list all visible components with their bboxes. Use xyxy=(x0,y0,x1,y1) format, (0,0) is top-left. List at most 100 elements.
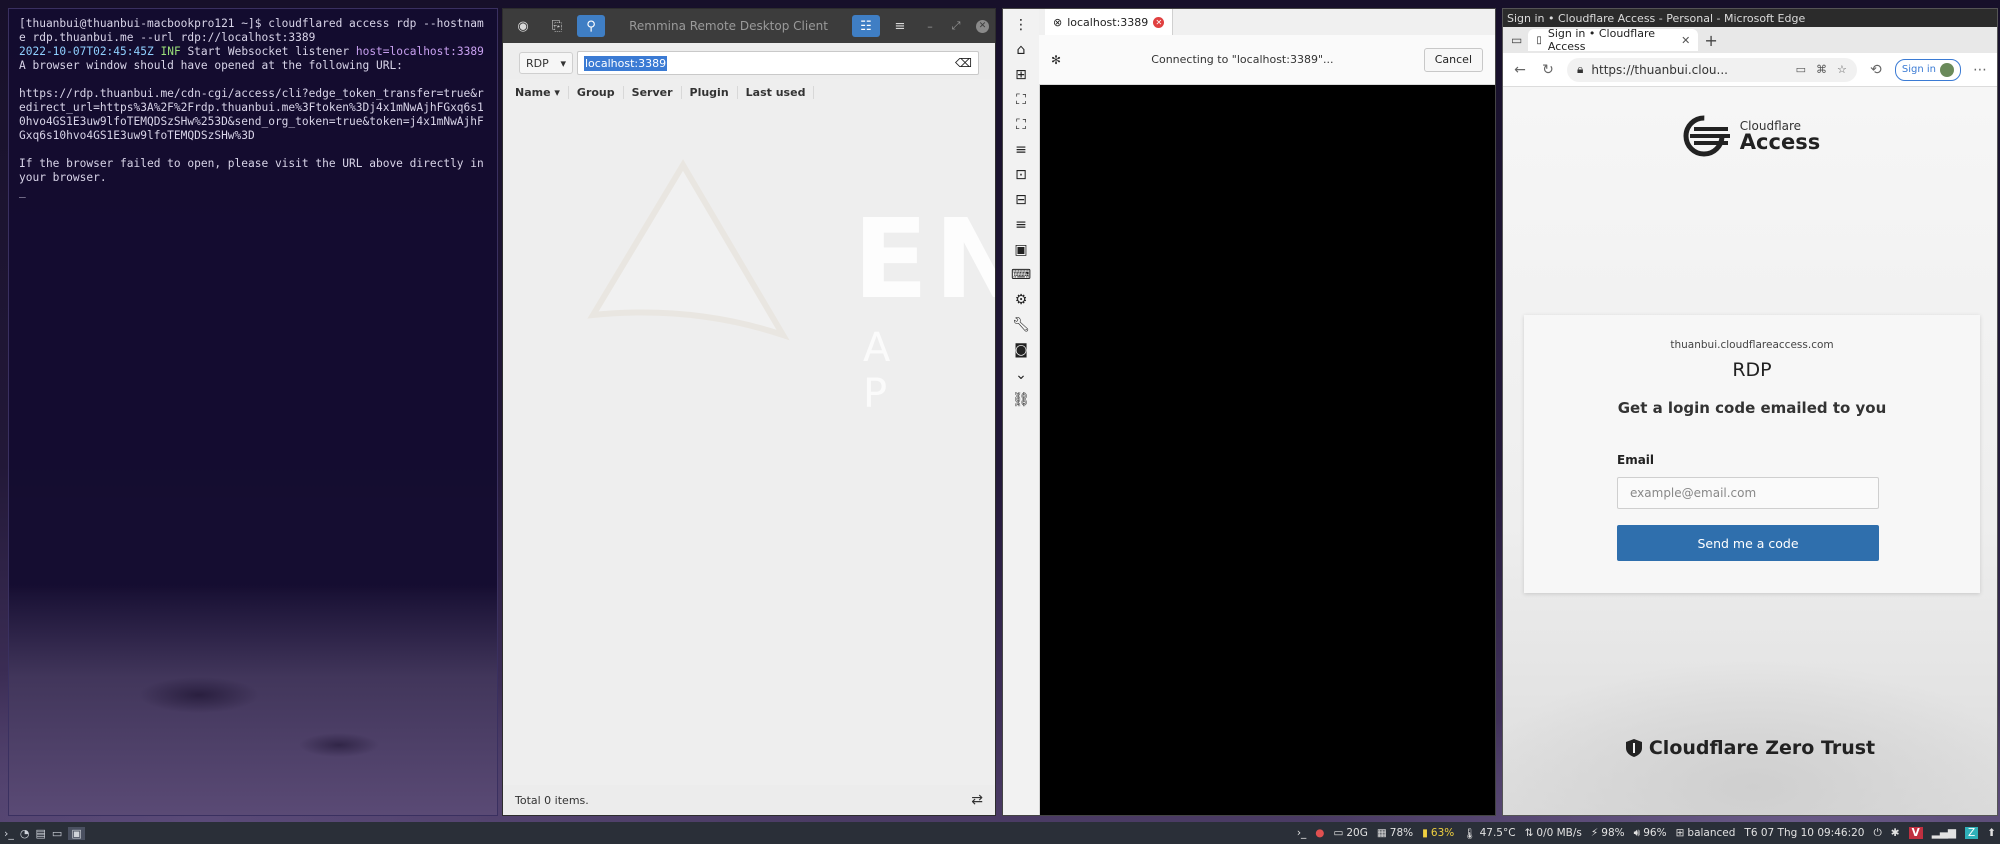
maximize-icon[interactable]: ⤢ xyxy=(946,19,966,33)
terminal-launcher-icon[interactable]: ›_ xyxy=(4,827,14,840)
view-toggle-icon[interactable]: ☷ xyxy=(852,15,880,37)
screenshot-icon[interactable]: ◙ xyxy=(1009,338,1033,362)
keyboard-icon[interactable]: ⌨ xyxy=(1009,263,1033,287)
prompt-icon: ›_ xyxy=(1296,827,1307,839)
cloudflare-access-logo-icon xyxy=(1683,115,1730,157)
signal-icon[interactable]: ▂▄▆ xyxy=(1932,827,1956,839)
new-tab-icon[interactable]: + xyxy=(1704,31,1717,50)
clock[interactable]: T6 07 Thg 10 09:46:20 xyxy=(1744,827,1864,839)
favorite-icon[interactable]: ☆ xyxy=(1837,63,1847,76)
swap-icon[interactable]: ⇄ xyxy=(971,792,983,808)
send-code-button[interactable]: Send me a code xyxy=(1617,525,1879,561)
zoom-tray-icon[interactable]: Z xyxy=(1964,827,1979,839)
column-group[interactable]: Group xyxy=(569,85,624,99)
browser-tabstrip: ▭ ▯ Sign in • Cloudflare Access ✕ + xyxy=(1503,27,1997,53)
taskbar: ›_ ◔ ▤ ▭ ▣ ›_ ● ▭ 20G ▦ 78% ▮ 63% 🌡︎ 47.5°C … xyxy=(0,822,2000,844)
more-menu-icon[interactable]: ⋯ xyxy=(1971,62,1989,78)
scale-icon[interactable]: ⊡ xyxy=(1009,163,1033,187)
terminal-moon-background xyxy=(9,585,497,815)
tab-close-icon[interactable]: ✕ xyxy=(1153,16,1165,28)
new-connection-icon[interactable]: ⎘ xyxy=(543,15,571,37)
browser-window[interactable]: Sign in • Cloudflare Access - Personal -… xyxy=(1502,8,1998,816)
folder-icon[interactable]: ▭ xyxy=(52,827,62,840)
app-available-icon[interactable]: ▭ xyxy=(1796,63,1806,76)
browser-tab-title: Sign in • Cloudflare Access xyxy=(1547,27,1655,53)
tab-status-icon: ⊗ xyxy=(1053,15,1063,29)
multi-monitor-icon[interactable]: ▣ xyxy=(1009,238,1033,262)
column-plugin[interactable]: Plugin xyxy=(682,85,738,99)
profile-signin-button[interactable]: Sign in xyxy=(1894,58,1961,81)
dynamic-resolution-icon[interactable]: ⊟ xyxy=(1009,188,1033,212)
extensions-icon[interactable]: ⟲ xyxy=(1867,62,1885,78)
chat-icon[interactable]: ▣ xyxy=(68,826,85,840)
email-field[interactable] xyxy=(1617,477,1879,509)
options-list-icon[interactable]: ≡ xyxy=(1009,213,1033,237)
new-tab-icon[interactable]: ⊞ xyxy=(1009,63,1033,87)
quick-connect-value: localhost:3389 xyxy=(584,55,668,71)
fullscreen-icon[interactable]: ⛶ xyxy=(1009,113,1033,137)
application-name: RDP xyxy=(1732,359,1772,381)
remote-viewer-window[interactable]: ⋮ ⌂ ⊞ ⛶ ⛶ ≡ ⊡ ⊟ ≡ ▣ ⌨ ⚙ 🔧︎ ◙ ⌄ ⛓ ⊗ local… xyxy=(1002,8,1496,816)
menu-dots-icon[interactable]: ⋮ xyxy=(1009,13,1033,37)
url-text: https://thuanbui.clou... xyxy=(1591,62,1728,77)
url-field[interactable]: 🔒︎ https://thuanbui.clou... ▭ ⌘ ☆ xyxy=(1567,57,1857,82)
column-name[interactable]: Name ▾ xyxy=(507,85,569,99)
cloudflare-access-logo: Cloudflare Access xyxy=(1503,113,1997,159)
record-icon[interactable]: ● xyxy=(1315,827,1324,839)
power-menu-icon[interactable]: ⏻ xyxy=(1873,827,1881,840)
close-icon[interactable]: ✕ xyxy=(976,19,989,33)
column-last-used[interactable]: Last used xyxy=(738,85,815,99)
vivaldi-tray-icon[interactable]: V xyxy=(1908,827,1923,839)
preferences-icon[interactable]: ⚙ xyxy=(1009,288,1033,312)
chevron-down-icon: ▾ xyxy=(560,56,566,70)
footer-text: Cloudflare Zero Trust xyxy=(1648,737,1876,759)
browser-tab-signin[interactable]: ▯ Sign in • Cloudflare Access ✕ xyxy=(1528,27,1699,53)
tab-label: localhost:3389 xyxy=(1067,15,1149,29)
cloudflare-login-page: Cloudflare Access thuanbui.cloudflareacc… xyxy=(1503,87,1997,815)
page-icon: ▯ xyxy=(1536,34,1542,46)
home-icon[interactable]: ⌂ xyxy=(1009,38,1033,62)
remmina-window[interactable]: ◉ ⎘ ⚲ Remmina Remote Desktop Client ☷ ≡ … xyxy=(502,8,996,816)
minimize-toolbar-icon[interactable]: ⌄ xyxy=(1009,363,1033,387)
login-card: thuanbui.cloudflareaccess.com RDP Get a … xyxy=(1524,315,1980,593)
connection-tab[interactable]: ⊗ localhost:3389 ✕ xyxy=(1045,9,1174,35)
power-profile-indicator[interactable]: ⊞ balanced xyxy=(1676,827,1736,839)
minimize-icon[interactable]: – xyxy=(920,20,940,33)
battery-indicator: ▮ 63% xyxy=(1422,827,1455,839)
tools-icon[interactable]: 🔧︎ xyxy=(1009,313,1033,337)
list-icon[interactable]: ≡ xyxy=(1009,138,1033,162)
remmina-title: Remmina Remote Desktop Client xyxy=(629,19,828,33)
hamburger-menu-icon[interactable]: ≡ xyxy=(886,15,914,37)
terminal-window[interactable]: [thuanbui@thuanbui-macbookpro121 ~]$ clo… xyxy=(8,8,498,816)
log-host: host=localhost:3389 xyxy=(355,45,484,58)
qr-icon[interactable]: ⌘ xyxy=(1816,63,1827,76)
disconnect-icon[interactable]: ⛓ xyxy=(1009,388,1033,412)
quick-connect-input[interactable]: localhost:3389 ⌫ xyxy=(577,51,979,75)
browser-address-bar: ← ↻ 🔒︎ https://thuanbui.clou... ▭ ⌘ ☆ ⟲ … xyxy=(1503,53,1997,87)
network-indicator: ⇅ 0/0 MB/s xyxy=(1524,827,1582,839)
signin-label: Sign in xyxy=(1901,64,1936,75)
column-server[interactable]: Server xyxy=(624,85,682,99)
file-manager-icon[interactable]: ▤ xyxy=(36,827,46,840)
power-icon[interactable]: ◔ xyxy=(20,827,30,840)
lock-icon: 🔒︎ xyxy=(1577,62,1584,76)
volume-indicator[interactable]: 🔊︎ 96% xyxy=(1634,827,1667,840)
back-icon[interactable]: ← xyxy=(1511,62,1529,78)
refresh-icon[interactable]: ↻ xyxy=(1539,62,1557,78)
remmina-logo-icon[interactable]: ◉ xyxy=(509,15,537,37)
protocol-select[interactable]: RDP ▾ xyxy=(519,52,573,74)
clear-input-icon[interactable]: ⌫ xyxy=(955,56,972,70)
search-icon[interactable]: ⚲ xyxy=(577,15,605,37)
bluetooth-icon[interactable]: ✱ xyxy=(1891,827,1900,839)
update-icon[interactable]: ⬆ xyxy=(1987,827,1996,839)
tab-actions-icon[interactable]: ▭ xyxy=(1511,33,1522,47)
spinner-icon: ✻ xyxy=(1051,52,1062,67)
tab-close-icon[interactable]: ✕ xyxy=(1681,34,1690,47)
terminal-command-line: [thuanbui@thuanbui-macbookpro121 ~]$ clo… xyxy=(19,17,484,44)
cancel-button[interactable]: Cancel xyxy=(1423,47,1483,72)
protocol-value: RDP xyxy=(526,56,549,70)
fit-window-icon[interactable]: ⛶ xyxy=(1009,88,1033,112)
terminal-access-url[interactable]: https://rdp.thuanbui.me/cdn-cgi/access/c… xyxy=(19,87,487,143)
